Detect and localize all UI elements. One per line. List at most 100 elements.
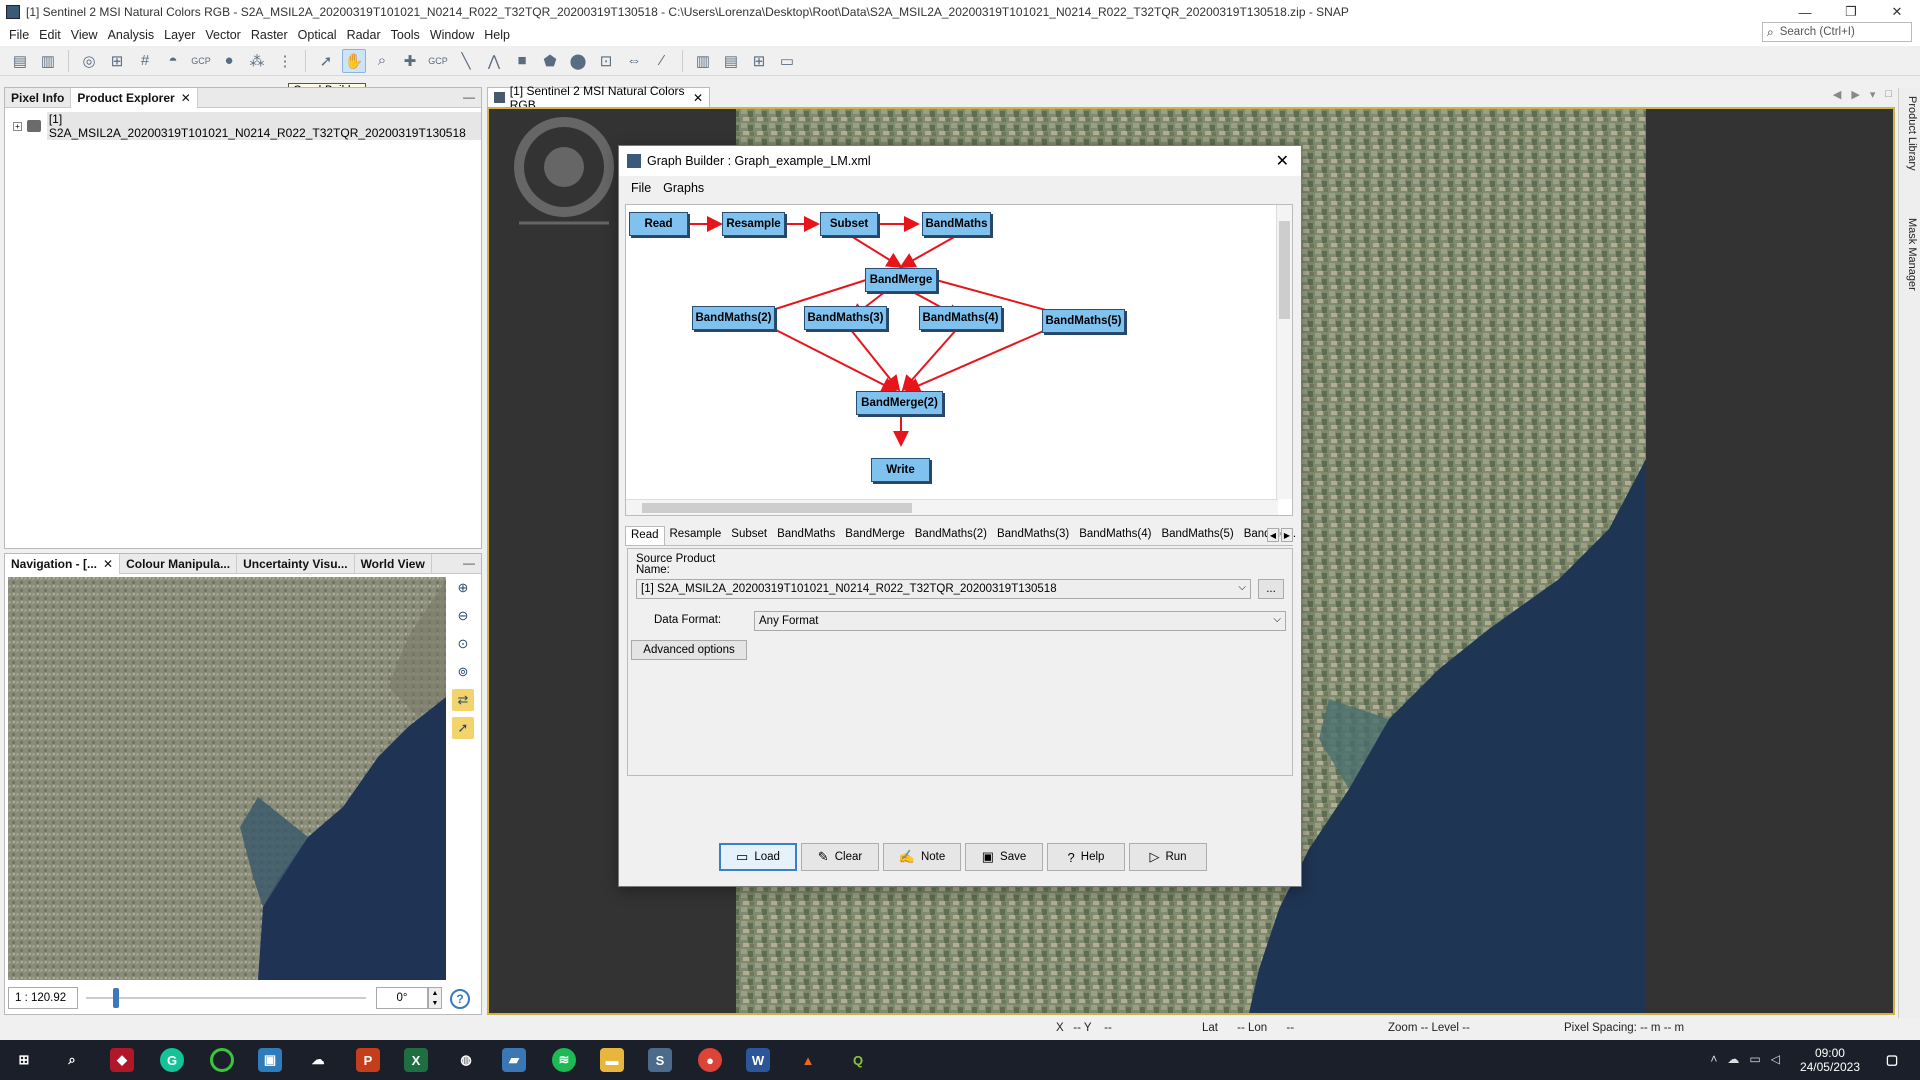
tab-bandmaths[interactable]: BandMaths (772, 526, 840, 545)
minimize-button[interactable]: — (1782, 0, 1828, 24)
pin-icon[interactable]: ● (217, 49, 241, 73)
zoom-slider-track[interactable] (86, 997, 366, 999)
source-product-dropdown[interactable]: [1] S2A_MSIL2A_20200319T101021_N0214_R02… (636, 579, 1251, 599)
graph-node-read[interactable]: Read (629, 212, 688, 236)
graph-canvas[interactable]: Read Resample Subset BandMaths BandMerge… (625, 204, 1293, 516)
photo-app-icon[interactable]: ▣ (258, 1048, 282, 1072)
menu-analysis[interactable]: Analysis (103, 28, 160, 42)
menu-edit[interactable]: Edit (34, 28, 66, 42)
dialog-menu-graphs[interactable]: Graphs (657, 181, 710, 195)
grammarly-icon[interactable]: G (160, 1048, 184, 1072)
spin-up-icon[interactable]: ▲ (432, 990, 439, 997)
mask-manager-tab[interactable]: Mask Manager (1906, 218, 1918, 291)
help-icon[interactable]: ? (450, 989, 470, 1009)
menu-help[interactable]: Help (479, 28, 515, 42)
image-view-tab[interactable]: [1] Sentinel 2 MSI Natural Colors RGB ✕ (487, 84, 710, 112)
search-input[interactable]: ⌕ Search (Ctrl+I) (1762, 22, 1912, 42)
spin-down-icon[interactable]: ▼ (432, 1000, 439, 1007)
matlab-icon[interactable]: ▲ (796, 1048, 820, 1072)
tab-colour-manipulation[interactable]: Colour Manipula... (120, 554, 238, 574)
clear-button[interactable]: ✎ Clear (801, 843, 879, 871)
word-icon[interactable]: W (746, 1048, 770, 1072)
cloud-app-icon[interactable]: ☁ (306, 1048, 330, 1072)
tab-product-explorer[interactable]: Product Explorer ✕ (71, 88, 198, 108)
save-product-icon[interactable]: ▥ (36, 49, 60, 73)
close-icon[interactable]: ✕ (181, 91, 191, 105)
tab-bandmaths3[interactable]: BandMaths(3) (992, 526, 1074, 545)
maximize-view-icon[interactable]: □ (1885, 88, 1892, 101)
load-button[interactable]: ▭ Load (719, 843, 797, 871)
ellipse-icon[interactable]: ⬤ (566, 49, 590, 73)
tile-horizontal-icon[interactable]: ▥ (691, 49, 715, 73)
graph-builder-icon[interactable]: ⁂ (245, 49, 269, 73)
graph-node-subset[interactable]: Subset (820, 212, 878, 236)
open-product-icon[interactable]: ▤ (8, 49, 32, 73)
menu-raster[interactable]: Raster (246, 28, 293, 42)
tray-expand-icon[interactable]: ˄ (1710, 1052, 1717, 1066)
scrollbar-thumb[interactable] (642, 503, 912, 513)
graph-node-write[interactable]: Write (871, 458, 930, 482)
graph-node-bandmerge2[interactable]: BandMerge(2) (856, 391, 943, 415)
snap-taskbar-icon[interactable]: S (648, 1048, 672, 1072)
magic-wand-tool-icon[interactable]: ⁄ (650, 49, 674, 73)
rectangle-icon[interactable]: ■ (510, 49, 534, 73)
sync-views-icon[interactable]: ⇄ (452, 689, 474, 711)
pan-icon[interactable]: ✋ (342, 48, 366, 73)
excel-icon[interactable]: X (404, 1048, 428, 1072)
menu-radar[interactable]: Radar (342, 28, 386, 42)
tile-single-icon[interactable]: ▭ (775, 49, 799, 73)
tab-scroll-right-icon[interactable]: ▶ (1281, 528, 1293, 542)
polygon-icon[interactable]: ⬟ (538, 49, 562, 73)
close-icon[interactable]: ✕ (693, 91, 703, 105)
menu-tools[interactable]: Tools (386, 28, 425, 42)
sync-cursor-icon[interactable]: ➚ (452, 717, 474, 739)
scrollbar-thumb[interactable] (1279, 221, 1290, 319)
menu-vector[interactable]: Vector (200, 28, 245, 42)
maximize-button[interactable]: ❐ (1828, 0, 1874, 24)
graph-node-bandmerge[interactable]: BandMerge (865, 268, 937, 292)
range-finder-icon[interactable]: ⊡ (594, 49, 618, 73)
rgb-icon[interactable]: ◎ (77, 49, 101, 73)
tab-bandmerge[interactable]: BandMerge (840, 526, 909, 545)
polyline-icon[interactable]: ⋀ (482, 49, 506, 73)
tab-bandmaths4[interactable]: BandMaths(4) (1074, 526, 1156, 545)
tab-scroll-left-icon[interactable]: ◀ (1267, 528, 1279, 542)
zoom-all-icon[interactable]: ⊚ (452, 661, 474, 683)
close-icon[interactable]: ✕ (103, 557, 113, 571)
volume-icon[interactable]: ◁ (1771, 1052, 1780, 1066)
data-format-dropdown[interactable]: Any Format ⌵ (754, 611, 1286, 631)
tile-evenly-icon[interactable]: ⊞ (747, 49, 771, 73)
zoom-icon[interactable]: ⌕ (370, 49, 394, 73)
clock[interactable]: 09:00 24/05/2023 (1800, 1046, 1860, 1074)
tab-bandmaths5[interactable]: BandMaths(5) (1156, 526, 1238, 545)
menu-optical[interactable]: Optical (293, 28, 342, 42)
rotation-spinner[interactable]: ▲ ▼ (428, 987, 442, 1009)
tab-bandmaths2[interactable]: BandMaths(2) (910, 526, 992, 545)
graph-node-bandmaths4[interactable]: BandMaths(4) (919, 306, 1002, 330)
zoom-slider-thumb[interactable] (113, 988, 119, 1008)
rotation-angle-field[interactable]: 0° (376, 987, 428, 1009)
spotify-icon[interactable]: ≋ (552, 1048, 576, 1072)
batch-icon[interactable]: ⋮ (273, 49, 297, 73)
menu-layer[interactable]: Layer (159, 28, 200, 42)
notes-app-icon[interactable]: ▰ (502, 1048, 526, 1072)
navigation-overview-image[interactable] (8, 577, 446, 980)
browse-button[interactable]: ... (1258, 579, 1284, 599)
tab-resample[interactable]: Resample (665, 526, 727, 545)
dialog-menu-file[interactable]: File (625, 181, 657, 195)
graph-node-bandmaths2[interactable]: BandMaths(2) (692, 306, 775, 330)
graph-vertical-scrollbar[interactable] (1276, 205, 1292, 499)
advanced-options-button[interactable]: Advanced options (631, 640, 747, 660)
spectrum-icon[interactable]: ◓ (161, 49, 185, 73)
product-library-tab[interactable]: Product Library (1906, 96, 1918, 171)
help-button[interactable]: ? Help (1047, 843, 1125, 871)
scroll-right-icon[interactable]: ▶ (1851, 88, 1859, 101)
graph-node-bandmaths[interactable]: BandMaths (922, 212, 991, 236)
globe-app-icon[interactable]: ◍ (454, 1048, 478, 1072)
network-icon[interactable]: ▭ (1749, 1052, 1760, 1066)
graph-horizontal-scrollbar[interactable] (626, 499, 1278, 515)
powerpoint-icon[interactable]: P (356, 1048, 380, 1072)
panel-minimize-button[interactable]: — (463, 556, 475, 570)
mendeley-icon[interactable]: ◆ (110, 1048, 134, 1072)
pin-place-icon[interactable]: ✚ (398, 49, 422, 73)
